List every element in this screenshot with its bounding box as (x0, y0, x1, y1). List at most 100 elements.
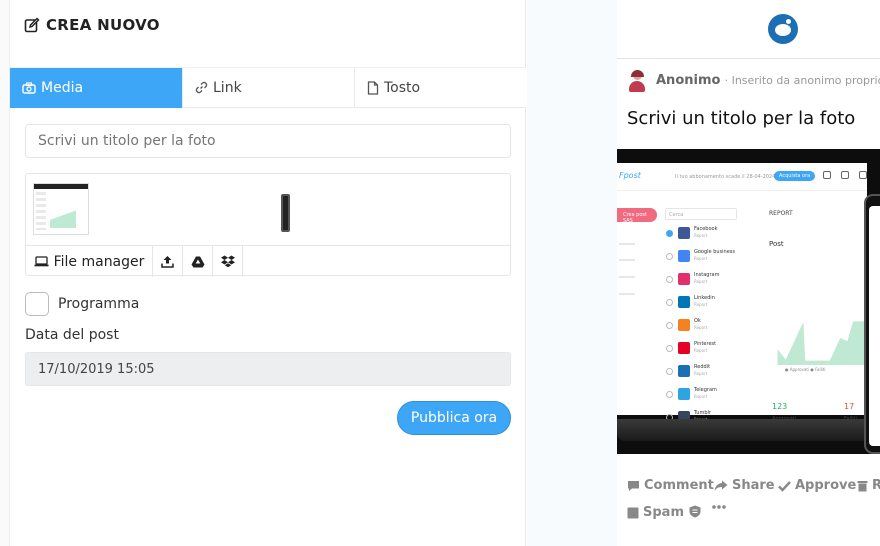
tab-link[interactable]: Link (182, 68, 354, 108)
dashboard-topbar: Fpost Il tuo abbonamento scade il 28-04-… (617, 163, 867, 191)
account-sub: Report (694, 348, 708, 353)
dropbox-button[interactable] (213, 246, 243, 277)
preview-divider (617, 58, 880, 59)
tab-text-label: Tosto (384, 79, 421, 96)
panel-title: CREA NUOVO (46, 16, 160, 34)
failed-count: 17 (844, 402, 855, 411)
account-radio (666, 391, 673, 398)
laptop-icon (34, 256, 49, 267)
remove-action[interactable]: Re (857, 478, 880, 493)
comment-action[interactable]: Comment (627, 478, 714, 493)
link-icon (195, 81, 208, 94)
more-action[interactable] (712, 505, 726, 509)
file-manager-label: File manager (53, 253, 145, 270)
tab-link-label: Link (213, 79, 242, 96)
create-post-pill: Crea post SAS (617, 208, 657, 224)
upload-icon (161, 256, 174, 268)
schedule-checkbox[interactable] (25, 292, 49, 316)
post-date-field[interactable] (25, 352, 511, 386)
preview-post-image: Fpost Il tuo abbonamento scade il 28-04-… (617, 149, 880, 454)
account-sub: Report (694, 233, 708, 238)
tab-media[interactable]: Media (10, 68, 182, 108)
account-sub: Report (694, 371, 708, 376)
account-row: Facebook Report (665, 225, 740, 245)
approve-action[interactable]: Approve (778, 478, 856, 493)
account-sub: Report (694, 302, 708, 307)
more-icon (712, 505, 726, 509)
sliders-icon (841, 171, 849, 179)
edit-icon (24, 17, 40, 33)
post-type-tabs: Media Link Tosto (10, 68, 526, 108)
network-logo-icon (678, 273, 690, 285)
account-name: Reddit (694, 364, 711, 370)
subscription-notice: Il tuo abbonamento scade il 28-04-2024 (675, 174, 776, 180)
menu-line (619, 259, 635, 261)
menu-line (619, 243, 635, 245)
dashboard-brand: Fpost (619, 171, 641, 180)
account-sub: Report (694, 394, 708, 399)
upload-button[interactable] (153, 246, 183, 277)
uploaded-image-thumbnail[interactable] (33, 183, 290, 235)
remove-label: Re (872, 478, 880, 493)
photo-title-input[interactable] (25, 124, 511, 158)
file-icon (367, 80, 379, 95)
reddit-icon (768, 14, 798, 44)
approved-count: 123 (772, 402, 788, 411)
dropbox-icon (220, 255, 235, 268)
account-radio (666, 299, 673, 306)
post-heading: Post (769, 240, 784, 248)
network-logo-icon (678, 319, 690, 331)
account-name: Ok (694, 318, 701, 324)
account-row: Pinterest Report (665, 340, 740, 360)
laptop-base (617, 419, 880, 441)
network-logo-icon (678, 365, 690, 377)
account-sub: Report (694, 325, 708, 330)
tab-media-label: Media (41, 79, 84, 96)
google-drive-icon (191, 256, 204, 267)
chart-legend: ● Approvati ● Falliti (785, 367, 826, 372)
account-row: Ok Report (665, 317, 740, 337)
file-manager-button[interactable]: File manager (26, 246, 153, 277)
share-label: Share (732, 478, 775, 493)
comment-label: Comment (644, 478, 714, 493)
tab-text[interactable]: Tosto (354, 68, 526, 108)
comment-icon (628, 480, 639, 491)
account-name: Pinterest (694, 341, 717, 347)
account-row: Reddit Report (665, 363, 740, 383)
report-heading: REPORT (769, 210, 793, 217)
anonymous-avatar (628, 70, 646, 93)
preview-post-title: Scrivi un titolo per la foto (627, 108, 856, 129)
share-icon (714, 480, 728, 491)
account-row: Google business Report (665, 248, 740, 268)
account-radio (666, 345, 673, 352)
shield-action[interactable] (689, 505, 701, 518)
approve-label: Approve (795, 478, 857, 493)
post-username: Anonimo (656, 73, 721, 88)
shield-icon (689, 505, 701, 518)
account-row: Telegram Report (665, 386, 740, 406)
account-name: Google business (694, 249, 736, 255)
trash-icon (857, 480, 868, 491)
account-radio (666, 230, 673, 237)
publish-now-button[interactable]: Pubblica ora (397, 401, 511, 435)
dashboard-search: Cerca (665, 208, 737, 220)
account-radio (666, 276, 673, 283)
account-name: Facebook (694, 226, 718, 232)
share-action[interactable]: Share (714, 478, 775, 493)
account-row: Linkedin Report (665, 294, 740, 314)
left-edge-strip (0, 0, 10, 546)
media-upload-box: File manager (25, 173, 511, 277)
google-drive-button[interactable] (183, 246, 213, 277)
account-name: Telegram (694, 387, 717, 393)
phone-mockup (864, 194, 880, 454)
network-logo-icon (678, 388, 690, 400)
account-radio (666, 368, 673, 375)
camera-icon (22, 81, 36, 94)
account-name: Tumblr (694, 410, 711, 416)
laptop-screen: Fpost Il tuo abbonamento scade il 28-04-… (617, 163, 867, 423)
spam-action[interactable]: Spam (627, 505, 684, 520)
spam-icon (627, 507, 639, 518)
menu-line (619, 293, 635, 295)
account-name: Linkedin (694, 295, 715, 301)
schedule-row: Programma (25, 292, 139, 316)
